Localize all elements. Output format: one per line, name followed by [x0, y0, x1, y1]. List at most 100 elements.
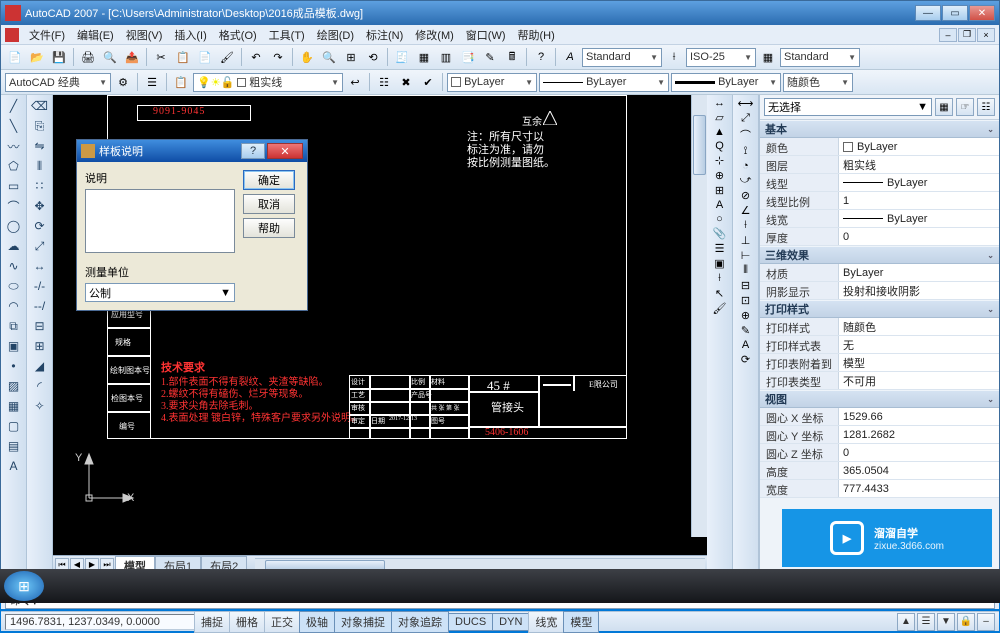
mtext-tool[interactable]: A [4, 457, 24, 475]
pan-button[interactable]: ✋ [297, 47, 317, 67]
ellipsearc-tool[interactable]: ◠ [4, 297, 24, 315]
trim-tool[interactable]: -/- [30, 277, 50, 295]
zoomprev-button[interactable]: ⟲ [363, 47, 383, 67]
layer-combo[interactable]: 💡☀🔓 粗实线▼ [193, 73, 343, 92]
grid-toggle[interactable]: 栅格 [229, 611, 265, 633]
dim-icon[interactable]: ⟊ [718, 272, 721, 285]
ducs-toggle[interactable]: DUCS [448, 613, 493, 631]
copy-button[interactable]: 📋 [173, 47, 193, 67]
layermcur-button[interactable]: ✔ [418, 72, 438, 92]
revcloud-tool[interactable]: ☁ [4, 237, 24, 255]
xline-tool[interactable]: ╲ [4, 117, 24, 135]
stretch-tool[interactable]: ↔ [30, 257, 50, 275]
region2-tool[interactable]: ▲ [714, 126, 725, 138]
help-button-dlg[interactable]: 帮助 [243, 218, 295, 238]
selection-combo[interactable]: 无选择▼ [764, 98, 932, 116]
prop-row[interactable]: 打印样式表无 [760, 336, 999, 354]
tablestyle-icon[interactable]: ▦ [758, 47, 778, 67]
circle-tool[interactable]: ◯ [4, 217, 24, 235]
ellipse-tool[interactable]: ⬭ [4, 277, 24, 295]
dimbase-tool[interactable]: ⊥ [741, 234, 751, 247]
dimupdate-tool[interactable]: ⟳ [741, 353, 750, 366]
prop-row[interactable]: 打印样式随颜色 [760, 318, 999, 336]
fillet-tool[interactable]: ◜ [30, 377, 50, 395]
help-button[interactable]: ? [531, 47, 551, 67]
prop-row[interactable]: 阴影显示投射和接收阴影 [760, 282, 999, 300]
pickadd-button[interactable]: ☞ [956, 98, 974, 116]
qdim-tool[interactable]: ⟊ [744, 219, 747, 232]
layermgr-button[interactable]: ☰ [142, 72, 162, 92]
undo-button[interactable]: ↶ [246, 47, 266, 67]
dimjog-tool[interactable]: ⤻ [740, 174, 752, 187]
layerprev-button[interactable]: ↩ [345, 72, 365, 92]
menu-dim[interactable]: 标注(N) [360, 25, 409, 45]
preview-button[interactable]: 🔍 [100, 47, 120, 67]
hatch-tool[interactable]: ▨ [4, 377, 24, 395]
tolerance-tool[interactable]: ⊡ [741, 294, 750, 307]
dimdia-tool[interactable]: ⊘ [741, 189, 750, 202]
new-button[interactable]: 📄 [5, 47, 25, 67]
region-tool[interactable]: ▢ [4, 417, 24, 435]
otrack-toggle[interactable]: 对象追踪 [391, 611, 449, 633]
dialog-close-button[interactable]: ✕ [267, 143, 303, 159]
chamfer-tool[interactable]: ◢ [30, 357, 50, 375]
layerprops-button[interactable]: 📋 [171, 72, 191, 92]
color-combo[interactable]: ByLayer▼ [447, 73, 537, 92]
text-icon[interactable]: A [716, 199, 723, 211]
dialog-titlebar[interactable]: 样板说明 ? ✕ [77, 140, 307, 162]
dimstyle-combo[interactable]: ISO-25▼ [686, 48, 756, 67]
menu-edit[interactable]: 编辑(E) [71, 25, 120, 45]
prop-row[interactable]: 线型比例1 [760, 192, 999, 210]
offset-tool[interactable]: ⫴ [30, 157, 50, 175]
markup-button[interactable]: ✎ [480, 47, 500, 67]
dimedit-tool[interactable]: ✎ [741, 324, 750, 337]
clean-button[interactable]: – [977, 613, 995, 631]
zoomwin-button[interactable]: ⊞ [341, 47, 361, 67]
dialog-help-button[interactable]: ? [241, 143, 265, 159]
grid-icon[interactable]: ⊞ [715, 184, 724, 197]
point-tool[interactable]: • [4, 357, 24, 375]
array-tool[interactable]: ∷ [30, 177, 50, 195]
cancel-button[interactable]: 取消 [243, 194, 295, 214]
dimarc-tool[interactable]: ⌒ [740, 127, 751, 143]
model-toggle[interactable]: 模型 [563, 611, 599, 633]
unit-combo[interactable]: 公制▼ [85, 283, 235, 302]
lineweight-combo[interactable]: ByLayer▼ [671, 73, 781, 92]
matchprop-button[interactable]: 🖌 [217, 47, 237, 67]
scale-tool[interactable]: ⤢ [30, 237, 50, 255]
tablestyle-combo[interactable]: Standard▼ [780, 48, 860, 67]
prop-group-三维效果[interactable]: 三维效果⌄ [760, 246, 999, 264]
redo-button[interactable]: ↷ [268, 47, 288, 67]
annovis-button[interactable]: ☰ [917, 613, 935, 631]
block2-icon[interactable]: ▣ [714, 257, 724, 270]
copy-tool[interactable]: ⎘ [30, 117, 50, 135]
layer-icon[interactable]: ☰ [715, 242, 725, 255]
dimcont-tool[interactable]: ⊢ [741, 249, 751, 262]
rotate-tool[interactable]: ⟳ [30, 217, 50, 235]
cut-button[interactable]: ✂ [151, 47, 171, 67]
menu-view[interactable]: 视图(V) [120, 25, 169, 45]
gradient-tool[interactable]: ▦ [4, 397, 24, 415]
ok-button[interactable]: 确定 [243, 170, 295, 190]
layeroff-button[interactable]: ✖ [396, 72, 416, 92]
block-tool[interactable]: ▣ [4, 337, 24, 355]
textstyle-combo[interactable]: Standard▼ [582, 48, 662, 67]
join-tool[interactable]: ⊞ [30, 337, 50, 355]
doc-minimize-button[interactable]: – [939, 28, 957, 42]
start-button[interactable]: ⊞ [4, 571, 44, 601]
extend-tool[interactable]: --/ [30, 297, 50, 315]
menu-tools[interactable]: 工具(T) [263, 25, 311, 45]
minimize-button[interactable]: — [915, 5, 941, 21]
publish-button[interactable]: 📤 [122, 47, 142, 67]
dimang-tool[interactable]: ∠ [741, 204, 751, 217]
annoscale-button[interactable]: ▲ [897, 613, 915, 631]
prop-row[interactable]: 圆心 Y 坐标1281.2682 [760, 426, 999, 444]
menu-draw[interactable]: 绘图(D) [311, 25, 360, 45]
linetype-combo[interactable]: ByLayer▼ [539, 73, 669, 92]
dimstyle-icon[interactable]: ⟊ [664, 47, 684, 67]
snap-toggle[interactable]: 捕捉 [194, 611, 230, 633]
area-tool[interactable]: ▱ [715, 111, 723, 124]
doc-restore-button[interactable]: ❐ [958, 28, 976, 42]
prop-row[interactable]: 图层粗实线 [760, 156, 999, 174]
dyn-toggle[interactable]: DYN [492, 613, 529, 631]
